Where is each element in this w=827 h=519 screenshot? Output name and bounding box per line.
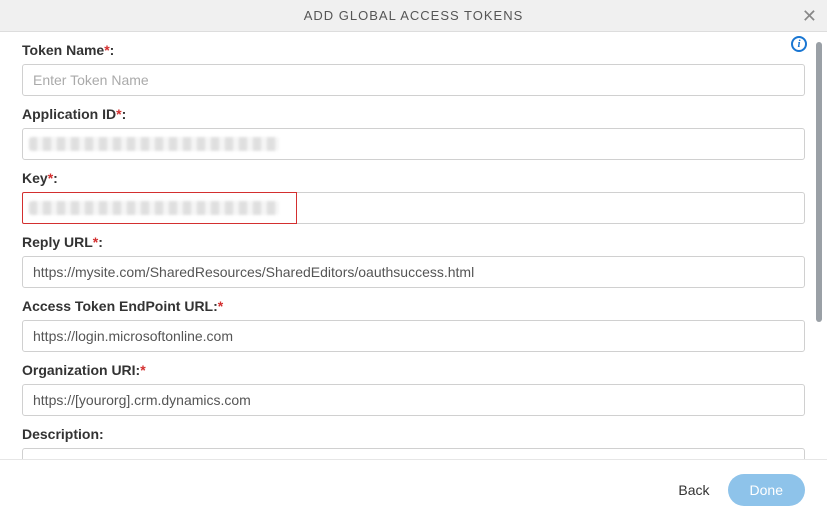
reply-url-label: Reply URL*:	[22, 234, 805, 250]
application-id-label-text: Application ID	[22, 106, 116, 122]
key-input[interactable]	[22, 192, 805, 224]
application-id-input[interactable]	[22, 128, 805, 160]
required-marker: *	[116, 106, 121, 122]
access-token-endpoint-label: Access Token EndPoint URL:*	[22, 298, 805, 314]
organization-uri-input[interactable]	[22, 384, 805, 416]
field-application-id: Application ID*:	[22, 106, 805, 160]
dialog-header: ADD GLOBAL ACCESS TOKENS ✕	[0, 0, 827, 32]
key-label-text: Key	[22, 170, 48, 186]
description-clip	[22, 448, 805, 459]
field-description: Description:	[22, 426, 805, 459]
access-token-endpoint-input[interactable]	[22, 320, 805, 352]
dialog-title: ADD GLOBAL ACCESS TOKENS	[304, 8, 524, 23]
token-name-input[interactable]	[22, 64, 805, 96]
description-label-text: Description:	[22, 426, 104, 442]
organization-uri-label: Organization URI:*	[22, 362, 805, 378]
dialog-footer: Back Done	[0, 459, 827, 519]
description-input[interactable]	[22, 448, 805, 459]
done-button[interactable]: Done	[728, 474, 805, 506]
form-scroll-area: i Token Name*: Application ID*: Key*: Re…	[0, 32, 827, 459]
required-marker: *	[48, 170, 53, 186]
required-marker: *	[140, 362, 145, 378]
token-name-label: Token Name*:	[22, 42, 805, 58]
reply-url-input[interactable]	[22, 256, 805, 288]
redacted-content	[29, 137, 279, 151]
required-marker: *	[104, 42, 109, 58]
field-access-token-endpoint: Access Token EndPoint URL:*	[22, 298, 805, 352]
required-marker: *	[218, 298, 223, 314]
field-key: Key*:	[22, 170, 805, 224]
reply-url-label-text: Reply URL	[22, 234, 93, 250]
key-label: Key*:	[22, 170, 805, 186]
token-name-label-text: Token Name	[22, 42, 104, 58]
redacted-content	[29, 201, 279, 215]
field-organization-uri: Organization URI:*	[22, 362, 805, 416]
field-reply-url: Reply URL*:	[22, 234, 805, 288]
back-button[interactable]: Back	[678, 482, 709, 498]
field-token-name: Token Name*:	[22, 42, 805, 96]
application-id-label: Application ID*:	[22, 106, 805, 122]
required-marker: *	[93, 234, 98, 250]
description-label: Description:	[22, 426, 805, 442]
access-token-endpoint-label-text: Access Token EndPoint URL:	[22, 298, 218, 314]
close-icon[interactable]: ✕	[802, 7, 817, 25]
key-error-highlight	[22, 192, 297, 224]
organization-uri-label-text: Organization URI:	[22, 362, 140, 378]
vertical-scrollbar[interactable]	[816, 42, 822, 322]
